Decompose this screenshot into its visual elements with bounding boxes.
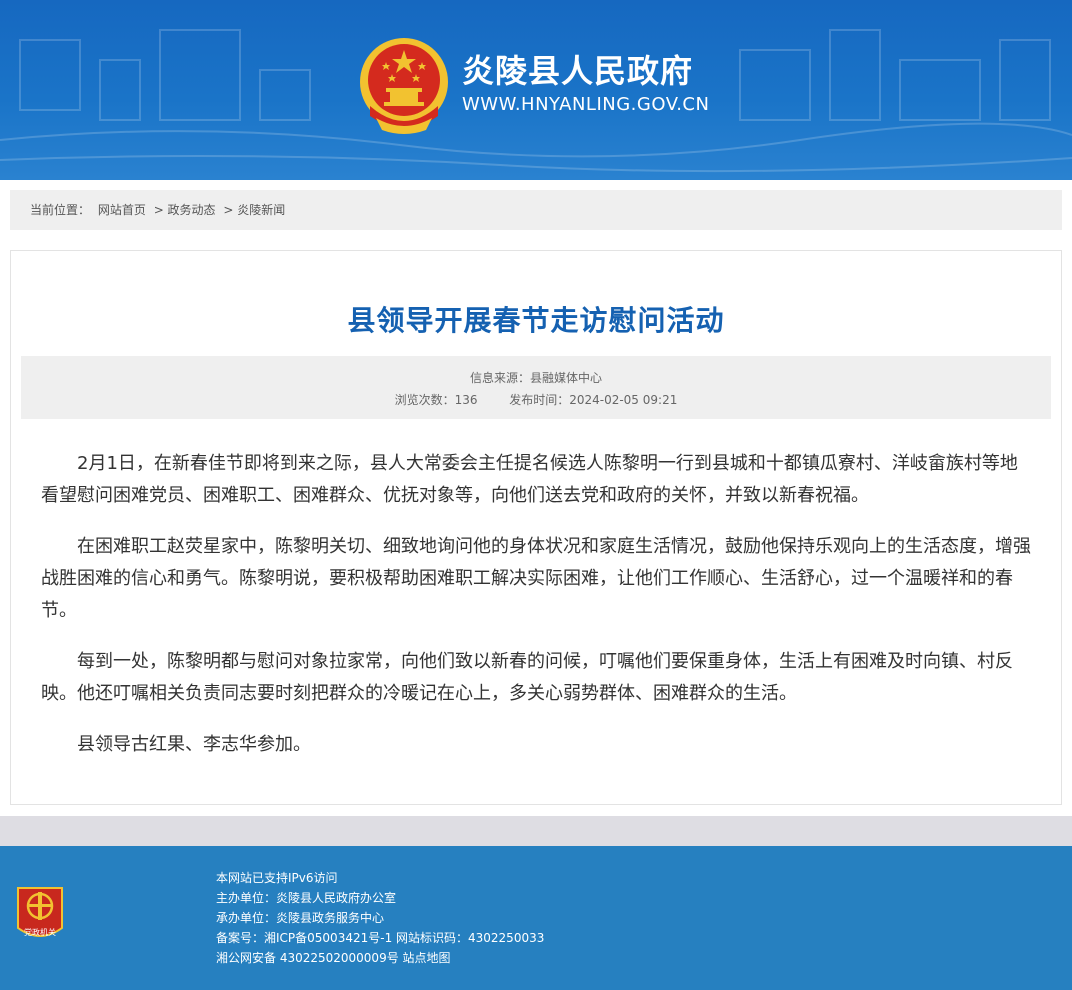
breadcrumb-label: 当前位置： [30, 203, 91, 217]
article-source: 信息来源：县融媒体中心 [469, 371, 602, 385]
article-publish-time: 发布时间：2024-02-05 09:21 [509, 393, 678, 407]
article-container: 县领导开展春节走访慰问活动 信息来源：县融媒体中心 浏览次数：136 发布时间：… [10, 250, 1062, 805]
article-paragraph: 2月1日，在新春佳节即将到来之际，县人大常委会主任提名候选人陈黎明一行到县城和十… [41, 453, 1018, 506]
footer-security-record[interactable]: 湘公网安备 43022502000009号 站点地图 [216, 948, 544, 968]
footer-sponsor: 主办单位：炎陵县人民政府办公室 [216, 891, 397, 905]
site-header: 炎陵县人民政府 WWW.HNYANLING.GOV.CN [0, 0, 1072, 180]
footer-info: 本网站已支持IPv6访问 主办单位：炎陵县人民政府办公室 承办单位：炎陵县政务服… [216, 868, 544, 968]
article-paragraph: 在困难职工赵荧星家中，陈黎明关切、细致地询问他的身体状况和家庭生活情况，鼓励他保… [41, 536, 1031, 621]
article-paragraph: 县领导古红果、李志华参加。 [77, 734, 311, 755]
article-meta: 信息来源：县融媒体中心 浏览次数：136 发布时间：2024-02-05 09:… [21, 356, 1051, 419]
article-paragraph: 每到一处，陈黎明都与慰问对象拉家常，向他们致以新春的问候，叮嘱他们要保重身体，生… [41, 651, 1013, 704]
breadcrumb-county-news-link[interactable]: > 炎陵新闻 [223, 203, 285, 217]
footer-organizer: 承办单位：炎陵县政务服务中心 [216, 911, 385, 925]
badge-label: 党政机关 [24, 927, 56, 937]
site-footer: 党政机关 本网站已支持IPv6访问 主办单位：炎陵县人民政府办公室 承办单位：炎… [0, 846, 1072, 990]
site-title: 炎陵县人民政府 [462, 52, 694, 90]
party-government-badge-icon[interactable]: 党政机关 [14, 884, 66, 946]
article-title: 县领导开展春节走访慰问活动 [347, 304, 725, 337]
site-url: WWW.HNYANLING.GOV.CN [462, 94, 710, 115]
article-body: 2月1日，在新春佳节即将到来之际，县人大常委会主任提名候选人陈黎明一行到县城和十… [41, 448, 1034, 780]
separator-band [0, 816, 1072, 846]
breadcrumb-home-link[interactable]: 网站首页 [98, 203, 146, 217]
national-emblem-icon [360, 38, 448, 134]
article-views: 浏览次数：136 [394, 393, 478, 407]
footer-icp-record[interactable]: 备案号：湘ICP备05003421号-1 网站标识码：4302250033 [216, 928, 544, 948]
breadcrumb: 当前位置： 网站首页 > 政务动态 > 炎陵新闻 [10, 190, 1062, 230]
footer-ipv6-note: 本网站已支持IPv6访问 [216, 871, 338, 885]
breadcrumb-news-category-link[interactable]: > 政务动态 [154, 203, 216, 217]
